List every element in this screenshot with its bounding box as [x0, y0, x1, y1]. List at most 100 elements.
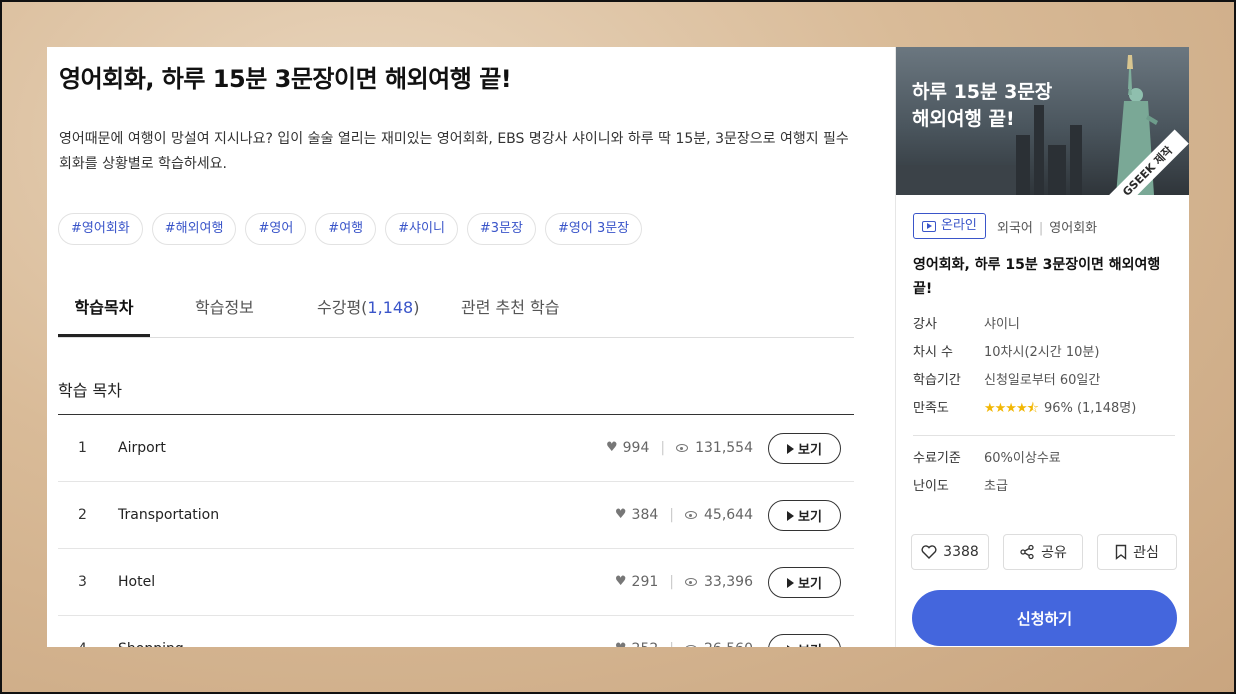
action-buttons: 3388 공유 관심 [911, 534, 1177, 570]
toc-row: 3 Hotel ♥ 291 | 33,396 보기 [58, 549, 854, 616]
eye-icon [685, 578, 697, 586]
watch-button-label: 보기 [798, 640, 822, 647]
tab-info[interactable]: 학습정보 [195, 291, 254, 337]
course-side-panel: 하루 15분 3문장 해외여행 끝! GSEEK 제작 온라인 외국어 | 영어회화… [895, 47, 1189, 647]
eye-icon [685, 511, 697, 519]
tab-reviews[interactable]: 수강평(1,148) [317, 291, 419, 337]
like-count: 252 [632, 616, 659, 647]
toc-lesson-name: Airport [118, 440, 166, 456]
watch-button-label: 보기 [798, 443, 822, 458]
tab-related[interactable]: 관련 추천 학습 [461, 291, 560, 337]
category-breadcrumb: 외국어 | 영어회화 [997, 217, 1097, 236]
info-value: 10차시(2시간 10분) [984, 345, 1100, 360]
info-key: 학습기간 [913, 373, 961, 388]
bookmark-button-label: 관심 [1133, 545, 1159, 561]
bookmark-icon [1115, 544, 1127, 560]
tab-reviews-label: 수강평 [317, 298, 362, 317]
watch-button[interactable]: 보기 [768, 433, 841, 464]
thumbnail-line-2: 해외여행 끝! [912, 108, 1015, 130]
tag-chip[interactable]: #샤이니 [385, 213, 458, 245]
eye-icon [685, 645, 697, 647]
heart-icon: ♥ [614, 574, 627, 589]
course-description: 영어때문에 여행이 망설여 지시나요? 입이 술술 열리는 재미있는 영어회화,… [59, 131, 849, 172]
like-button[interactable]: 3388 [911, 534, 989, 570]
tag-chip[interactable]: #해외여행 [151, 213, 237, 245]
stats-separator: | [660, 440, 666, 456]
toc-row: 2 Transportation ♥ 384 | 45,644 보기 [58, 482, 854, 549]
tag-chip[interactable]: #영어회화 [58, 213, 143, 245]
info-key: 만족도 [913, 401, 949, 416]
heart-icon: ♥ [614, 507, 627, 522]
toc-number: 2 [78, 507, 87, 523]
info-value: 초급 [984, 479, 1008, 494]
side-course-title: 영어회화, 하루 15분 3문장이면 해외여행 끝! [913, 257, 1161, 297]
play-icon [787, 644, 795, 647]
tag-chip[interactable]: #3문장 [466, 213, 536, 245]
eye-icon [676, 444, 689, 452]
bookmark-button[interactable]: 관심 [1097, 534, 1177, 570]
info-value-rating: ★★★★⯪ 96% (1,148명) [984, 395, 1136, 423]
tag-chip[interactable]: #여행 [315, 213, 377, 245]
heart-icon: ♥ [605, 440, 618, 455]
watch-button-label: 보기 [798, 510, 822, 525]
like-button-count: 3388 [943, 544, 979, 560]
skyline-building [1048, 145, 1066, 195]
toc-list: 1 Airport ♥ 994 | 131,554 보기 2 Transport… [58, 414, 854, 647]
share-icon [1020, 544, 1034, 560]
rating-stars-icon: ★★★★⯪ [984, 401, 1039, 416]
thumbnail-caption: 하루 15분 3문장 해외여행 끝! [912, 79, 1052, 133]
toc-lesson-name: Shopping [118, 616, 184, 647]
view-count: 33,396 [704, 574, 753, 590]
apply-button[interactable]: 신청하기 [912, 590, 1177, 646]
share-button-label: 공유 [1041, 545, 1067, 561]
heart-icon: ♥ [615, 616, 627, 647]
toc-number: 4 [78, 616, 87, 647]
view-count: 26,560 [704, 616, 753, 647]
info-row-difficulty: 난이도 초급 [913, 473, 1175, 501]
info-key: 강사 [913, 317, 937, 332]
stats-separator: | [669, 616, 674, 647]
course-tabs: 학습목차 학습정보 수강평(1,148) 관련 추천 학습 [58, 291, 854, 338]
view-count: 45,644 [704, 507, 753, 523]
info-value: 60%이상수료 [984, 451, 1061, 466]
watch-button-label: 보기 [798, 577, 822, 592]
toc-number: 3 [78, 574, 87, 590]
course-info-list: 강사 샤이니 차시 수 10차시(2시간 10분) 학습기간 신청일로부터 60… [913, 311, 1175, 423]
info-value: 신청일로부터 60일간 [984, 373, 1101, 388]
play-icon [787, 443, 795, 454]
course-title: 영어회화, 하루 15분 3문장이면 해외여행 끝! [59, 65, 512, 93]
watch-button[interactable]: 보기 [768, 634, 841, 647]
share-button[interactable]: 공유 [1003, 534, 1083, 570]
tab-reviews-count: 1,148 [367, 298, 414, 317]
info-row-satisfaction: 만족도 ★★★★⯪ 96% (1,148명) [913, 395, 1175, 423]
tag-list: #영어회화 #해외여행 #영어 #여행 #샤이니 #3문장 #영어 3문장 [58, 213, 643, 245]
course-thumbnail: 하루 15분 3문장 해외여행 끝! GSEEK 제작 [896, 47, 1189, 195]
tab-toc[interactable]: 학습목차 [58, 291, 150, 337]
tag-chip[interactable]: #영어 3문장 [545, 213, 643, 245]
toc-section-title: 학습 목차 [58, 381, 122, 400]
satisfaction-value: 96% (1,148명) [1043, 401, 1137, 416]
watch-button[interactable]: 보기 [768, 567, 841, 598]
like-count: 994 [622, 440, 650, 456]
info-row-instructor: 강사 샤이니 [913, 311, 1175, 339]
toc-stats: ♥ 252 | 26,560 [615, 616, 753, 647]
course-info-list-2: 수료기준 60%이상수료 난이도 초급 [913, 445, 1175, 501]
toc-lesson-name: Transportation [118, 507, 220, 523]
category-primary: 외국어 [997, 221, 1033, 236]
video-icon [922, 220, 936, 232]
toc-lesson-name: Hotel [118, 574, 156, 590]
like-count: 384 [631, 507, 659, 523]
info-row-completion: 수료기준 60%이상수료 [913, 445, 1175, 473]
skyline-building [1070, 125, 1082, 195]
online-badge-label: 온라인 [941, 218, 977, 233]
info-row-lessons: 차시 수 10차시(2시간 10분) [913, 339, 1175, 367]
watch-button[interactable]: 보기 [768, 500, 841, 531]
skyline-building [896, 165, 1016, 195]
info-key: 차시 수 [913, 345, 954, 360]
stats-separator: | [669, 574, 674, 590]
tag-chip[interactable]: #영어 [245, 213, 307, 245]
thumbnail-line-1: 하루 15분 3문장 [912, 81, 1053, 103]
play-icon [787, 510, 795, 521]
skyline-building [1016, 135, 1030, 195]
toc-stats: ♥ 291 | 33,396 [615, 549, 753, 615]
